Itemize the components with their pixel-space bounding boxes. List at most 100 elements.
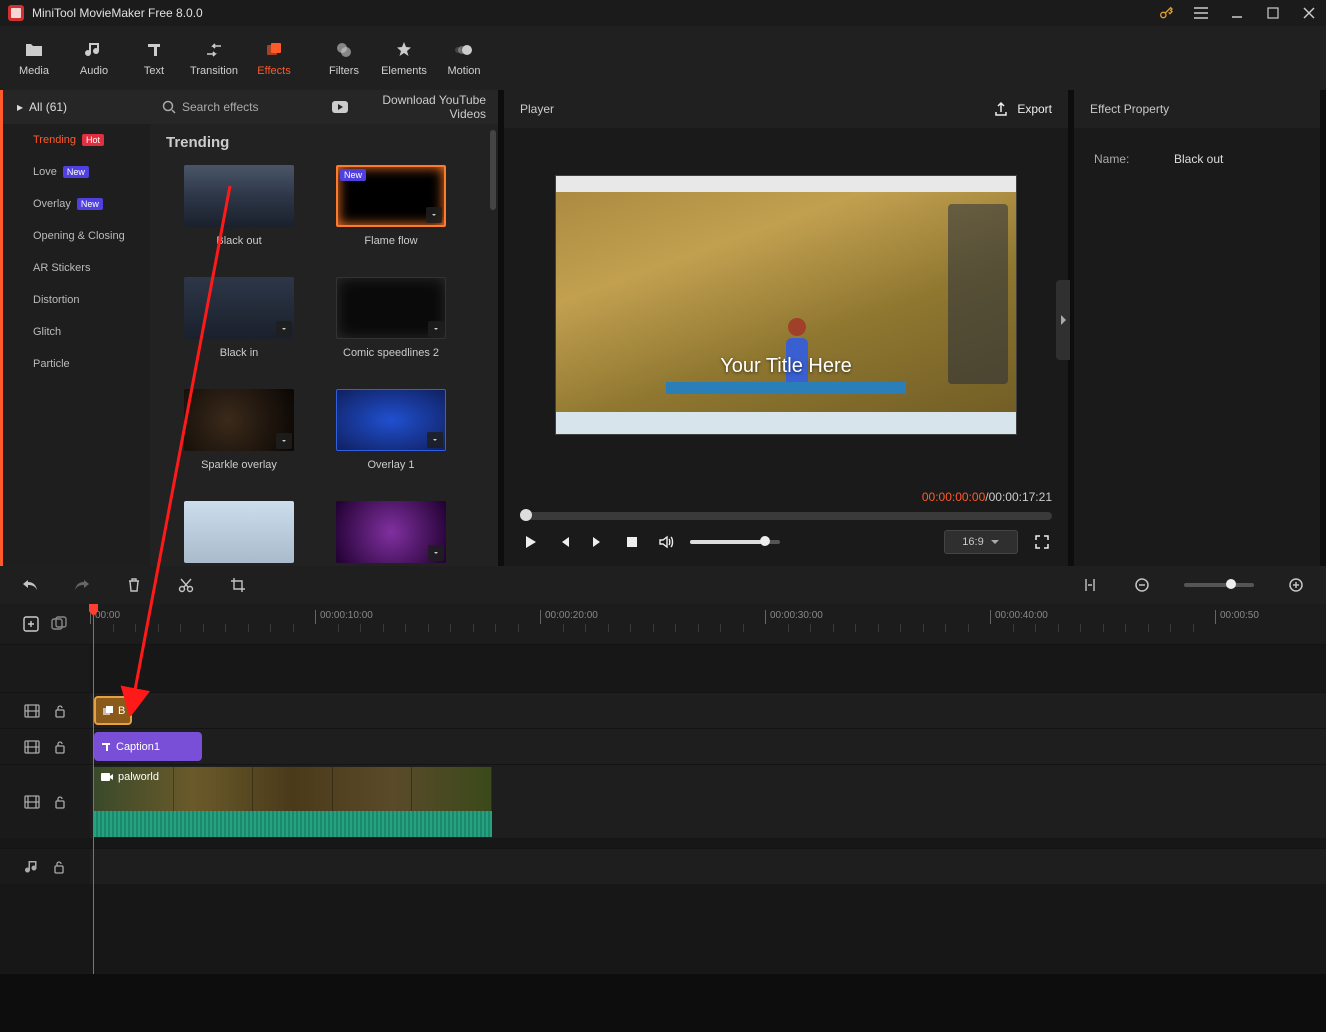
lock-icon[interactable] [53, 860, 65, 874]
volume-button[interactable] [656, 532, 676, 552]
effects-category-sidebar: ▸All (61) TrendingHotLoveNewOverlayNewOp… [0, 90, 150, 566]
effect-card[interactable]: Black in [166, 277, 312, 359]
effect-card[interactable]: Black out [166, 165, 312, 247]
toolbar-elements[interactable]: Elements [374, 32, 434, 84]
redo-button[interactable] [72, 575, 92, 595]
property-name-value: Black out [1174, 152, 1223, 166]
export-icon [993, 101, 1009, 117]
effects-icon [263, 39, 285, 61]
effect-card[interactable] [318, 501, 464, 566]
effect-card[interactable]: Overlay 1 [318, 389, 464, 471]
toolbar-media[interactable]: Media [4, 32, 64, 84]
toolbar-audio[interactable]: Audio [64, 32, 124, 84]
split-button[interactable] [176, 575, 196, 595]
download-icon[interactable] [276, 321, 292, 337]
tracks-collapse-button[interactable] [50, 615, 68, 633]
fullscreen-button[interactable] [1032, 532, 1052, 552]
sidebar-item-glitch[interactable]: Glitch [3, 316, 150, 348]
zoom-in-button[interactable] [1286, 575, 1306, 595]
player-title: Player [520, 102, 993, 116]
close-button[interactable] [1300, 4, 1318, 22]
film-icon [24, 704, 40, 718]
timeline: 00:0000:00:10:0000:00:20:0000:00:30:0000… [0, 604, 1326, 974]
sidebar-item-love[interactable]: LoveNew [3, 156, 150, 188]
download-icon[interactable] [428, 545, 444, 561]
timeline-ruler[interactable]: 00:0000:00:10:0000:00:20:0000:00:30:0000… [90, 604, 1326, 644]
delete-button[interactable] [124, 575, 144, 595]
premium-key-icon[interactable] [1158, 5, 1174, 21]
toolbar-motion[interactable]: Motion [434, 32, 494, 84]
effect-card[interactable]: Comic speedlines 2 [318, 277, 464, 359]
download-icon[interactable] [426, 207, 442, 223]
filters-icon [333, 39, 355, 61]
volume-slider[interactable] [690, 540, 780, 544]
playhead[interactable] [93, 604, 94, 974]
text-icon [100, 741, 112, 753]
player-scrubber[interactable] [520, 512, 1052, 520]
time-total: 00:00:17:21 [989, 490, 1052, 504]
folder-icon [23, 39, 45, 61]
minimize-button[interactable] [1228, 4, 1246, 22]
lock-icon[interactable] [54, 704, 66, 718]
aspect-ratio-select[interactable]: 16:9 [944, 530, 1018, 554]
property-header: Effect Property [1074, 90, 1320, 128]
property-name-label: Name: [1094, 152, 1144, 166]
sidebar-item-trending[interactable]: TrendingHot [3, 124, 150, 156]
motion-icon [453, 39, 475, 61]
download-icon[interactable] [427, 432, 443, 448]
zoom-slider[interactable] [1184, 583, 1254, 587]
download-icon[interactable] [276, 433, 292, 449]
effect-card[interactable]: Sparkle overlay [166, 389, 312, 471]
toolbar-filters[interactable]: Filters [314, 32, 374, 84]
caption-clip[interactable]: Caption1 [94, 732, 202, 761]
effects-scrollbar[interactable] [490, 130, 496, 210]
toolbar-text[interactable]: Text [124, 32, 184, 84]
timeline-fit-button[interactable] [1080, 575, 1100, 595]
music-note-icon [25, 859, 39, 875]
player-panel: Player Export Your Title Here 00:00:00:0… [504, 90, 1068, 566]
maximize-button[interactable] [1264, 4, 1282, 22]
export-button[interactable]: Export [993, 101, 1052, 117]
audio-track[interactable] [0, 848, 1326, 884]
video-preview[interactable]: Your Title Here [555, 175, 1017, 435]
download-icon[interactable] [428, 321, 444, 337]
video-track[interactable]: palworld [0, 764, 1326, 838]
panel-collapse-handle[interactable] [1056, 280, 1070, 360]
play-button[interactable] [520, 532, 540, 552]
transition-icon [203, 39, 225, 61]
video-clip[interactable]: palworld [94, 767, 492, 836]
sidebar-item-distortion[interactable]: Distortion [3, 284, 150, 316]
effects-heading: Trending [166, 134, 482, 151]
sidebar-item-particle[interactable]: Particle [3, 348, 150, 380]
time-current: 00:00:00:00 [922, 490, 985, 504]
text-icon [143, 39, 165, 61]
effect-card[interactable] [166, 501, 312, 566]
caption-track[interactable]: Caption1 [0, 728, 1326, 764]
effects-track[interactable]: B [0, 692, 1326, 728]
sidebar-item-opening-closing[interactable]: Opening & Closing [3, 220, 150, 252]
app-logo [8, 5, 24, 21]
film-icon [24, 795, 40, 809]
lock-icon[interactable] [54, 795, 66, 809]
prev-frame-button[interactable] [554, 532, 574, 552]
effect-card[interactable]: NewFlame flow [318, 165, 464, 247]
property-panel: Effect Property Name: Black out [1074, 90, 1320, 566]
sidebar-item-ar-stickers[interactable]: AR Stickers [3, 252, 150, 284]
add-track-button[interactable] [22, 615, 40, 633]
search-effects[interactable]: Search effects [162, 100, 322, 114]
sidebar-header-all[interactable]: ▸All (61) [3, 90, 150, 124]
download-youtube-link[interactable]: Download YouTube Videos [332, 93, 486, 121]
effect-clip[interactable]: B [94, 696, 132, 725]
menu-icon[interactable] [1192, 4, 1210, 22]
lock-icon[interactable] [54, 740, 66, 754]
music-note-icon [83, 39, 105, 61]
undo-button[interactable] [20, 575, 40, 595]
stop-button[interactable] [622, 532, 642, 552]
zoom-out-button[interactable] [1132, 575, 1152, 595]
youtube-icon [332, 101, 348, 113]
toolbar-transition[interactable]: Transition [184, 32, 244, 84]
next-frame-button[interactable] [588, 532, 608, 552]
crop-button[interactable] [228, 575, 248, 595]
toolbar-effects[interactable]: Effects [244, 32, 304, 84]
sidebar-item-overlay[interactable]: OverlayNew [3, 188, 150, 220]
